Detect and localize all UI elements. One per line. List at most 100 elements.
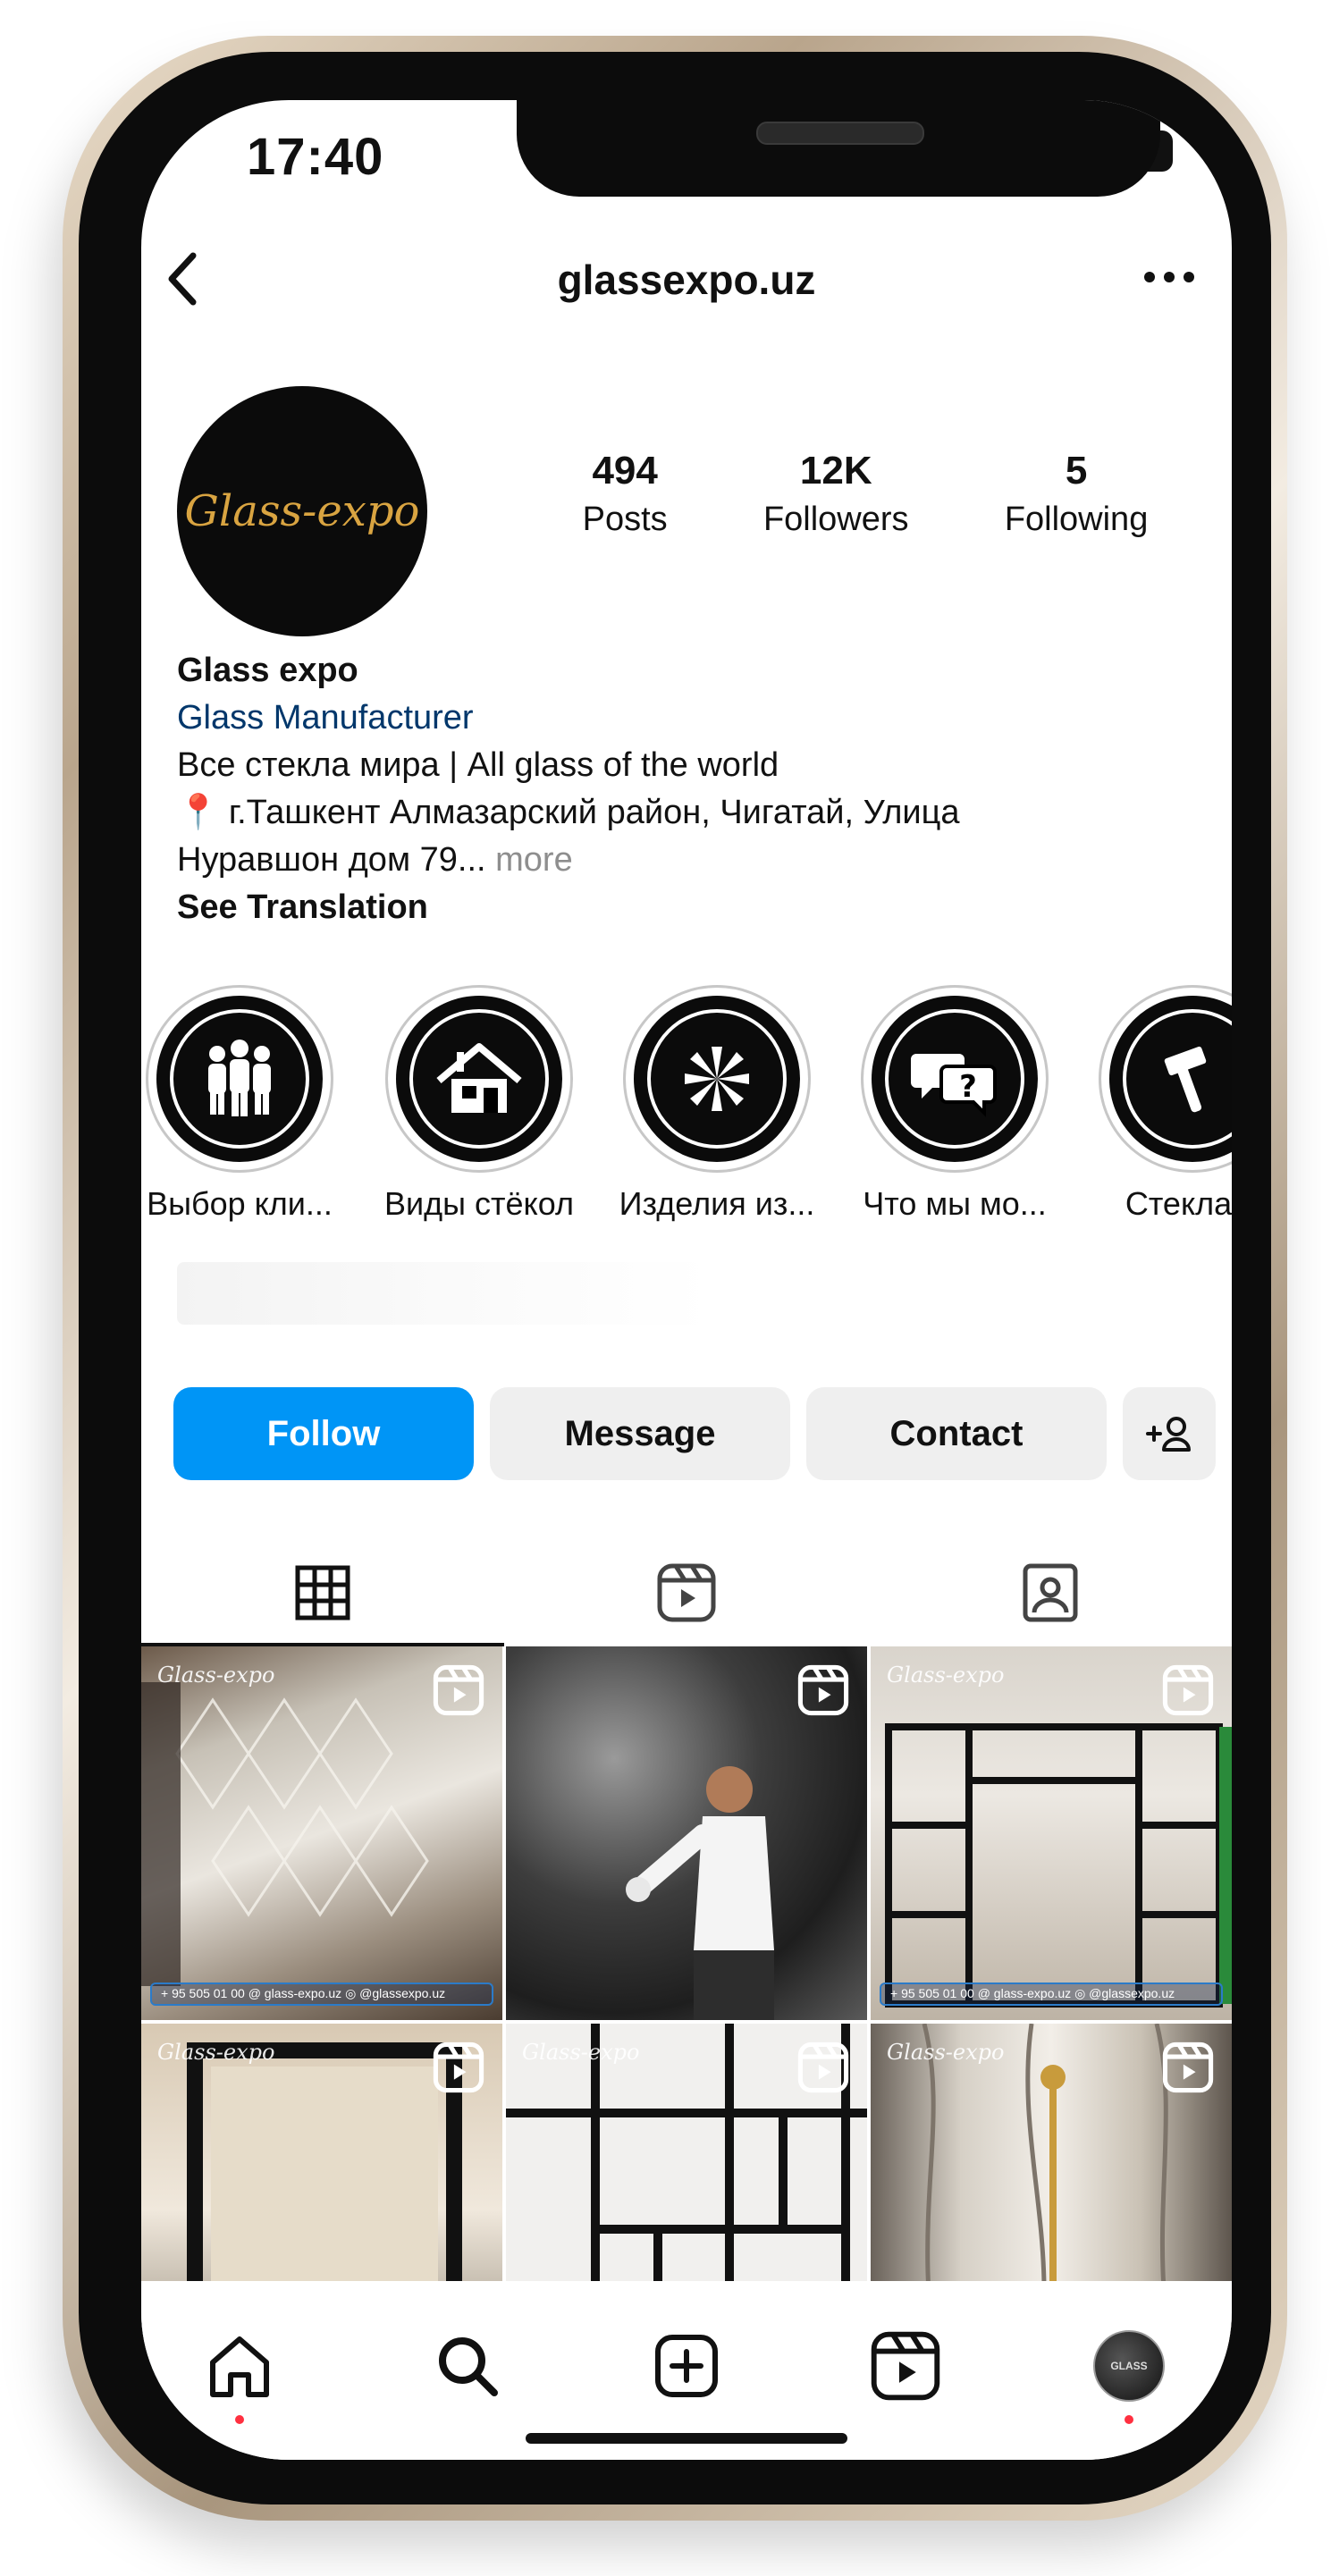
home-icon (210, 2336, 269, 2397)
highlight-item[interactable]: Стекла д (1085, 985, 1232, 1223)
stat-followers[interactable]: 12K Followers (763, 449, 909, 539)
stat-posts[interactable]: 494 Posts (583, 449, 668, 539)
post-thumbnail[interactable]: Glass-expo + 95 505 01 00 @ glass-expo.u… (141, 1646, 502, 2020)
question-bubbles-icon: ? (911, 1054, 997, 1117)
reel-badge-icon (433, 1664, 484, 1716)
notch (517, 100, 1160, 197)
story-highlights: Выбор кли... Виды стёкол Изделия из... ?… (141, 985, 1232, 1222)
post-thumbnail[interactable]: Glass-expo + 95 505 01 00 @ glass-expo.u… (871, 1646, 1232, 2020)
add-person-icon (1146, 1417, 1191, 1452)
reels-icon (657, 1563, 716, 1622)
stat-posts-value: 494 (592, 449, 658, 492)
highlight-inner (409, 1009, 549, 1149)
more-options-icon[interactable] (1133, 250, 1205, 304)
reel-badge-icon (433, 2041, 484, 2093)
highlight-item[interactable]: ? Что мы мо... (847, 985, 1062, 1223)
house-icon (436, 1043, 522, 1113)
highlight-ring (1099, 985, 1232, 1173)
svg-text:?: ? (959, 1069, 977, 1105)
suggested-accounts-button[interactable] (1123, 1387, 1216, 1480)
nav-create[interactable] (646, 2326, 727, 2406)
add-post-icon (655, 2335, 718, 2397)
follow-button[interactable]: Follow (173, 1387, 474, 1480)
profile-bio: Glass expo Glass Manufacturer Все стекла… (177, 647, 1214, 931)
home-notification-dot (235, 2415, 244, 2424)
post-watermark: Glass-expo (887, 2040, 1005, 2065)
profile-notification-dot (1125, 2415, 1133, 2424)
profile-name: Glass expo (177, 652, 358, 689)
nav-reels[interactable] (865, 2326, 946, 2406)
profile-stats: 494 Posts 12K Followers 5 Following (535, 449, 1196, 539)
tab-tagged[interactable] (869, 1539, 1232, 1646)
tab-posts-grid[interactable] (141, 1539, 504, 1646)
post-watermark: Glass-expo (157, 1663, 275, 1688)
highlight-inner (1123, 1009, 1232, 1149)
highlight-inner (170, 1009, 309, 1149)
highlight-item[interactable]: Изделия из... (610, 985, 824, 1223)
stat-followers-label: Followers (762, 501, 909, 538)
see-translation-link[interactable]: See Translation (177, 884, 1214, 931)
highlight-ring: ? (861, 985, 1049, 1173)
grid-icon (295, 1565, 350, 1621)
highlight-ring (146, 985, 333, 1173)
speaker (756, 122, 924, 145)
star-icon (685, 1047, 749, 1111)
highlight-ring (623, 985, 811, 1173)
highlight-label: Виды стёкол (384, 1185, 574, 1222)
post-thumbnail[interactable] (506, 1646, 867, 2020)
tagged-user-icon (1023, 1563, 1078, 1622)
highlight-item[interactable]: Виды стёкол (372, 985, 586, 1223)
reel-badge-icon (797, 1664, 849, 1716)
message-button[interactable]: Message (490, 1387, 790, 1480)
nav-profile[interactable]: GLASS (1089, 2326, 1169, 2406)
highlight-ring (385, 985, 573, 1173)
stat-following-value: 5 (1065, 449, 1088, 492)
profile-actions: Follow Message Contact (173, 1387, 1216, 1480)
tab-reels[interactable] (505, 1539, 868, 1646)
highlight-label: Изделия из... (619, 1185, 815, 1222)
highlight-circle (156, 996, 323, 1162)
profile-category[interactable]: Glass Manufacturer (177, 695, 1214, 742)
post-contact-strip: + 95 505 01 00 @ glass-expo.uz ◎ @glasse… (150, 1983, 493, 2006)
nav-home[interactable] (199, 2326, 280, 2406)
post-watermark: Glass-expo (522, 2040, 640, 2065)
hammer-icon (1164, 1046, 1207, 1113)
stat-following[interactable]: 5 Following (1005, 449, 1149, 539)
reel-badge-icon (1162, 1664, 1214, 1716)
bio-line-3: Нуравшон дом 79... (177, 841, 486, 879)
bio-more-link[interactable]: more (495, 841, 573, 879)
nav-search[interactable] (427, 2326, 508, 2406)
reel-badge-icon (1162, 2041, 1214, 2093)
bio-line-1: Все стекла мира | All glass of the world (177, 746, 779, 784)
stat-following-label: Following (1004, 501, 1149, 538)
profile-avatar[interactable]: Glass-expo (177, 386, 427, 636)
highlight-circle (634, 996, 800, 1162)
blurred-content (177, 1262, 713, 1325)
highlight-inner (647, 1009, 787, 1149)
highlight-item[interactable]: Выбор кли... (141, 985, 347, 1223)
reels-icon (871, 2331, 940, 2401)
reel-badge-icon (797, 2041, 849, 2093)
highlight-label: Выбор кли... (147, 1185, 333, 1222)
highlight-label: Стекла д (1125, 1185, 1232, 1222)
content-tabs (141, 1539, 1232, 1646)
post-watermark: Glass-expo (887, 1663, 1005, 1688)
highlight-circle (1109, 996, 1232, 1162)
bio-line-3-wrap: Нуравшон дом 79... more (177, 837, 1214, 884)
profile-avatar-small: GLASS (1093, 2330, 1165, 2402)
people-icon (208, 1040, 271, 1116)
highlight-label: Что мы мо... (863, 1185, 1047, 1222)
home-indicator (526, 2433, 847, 2444)
profile-header: glassexpo.uz (141, 243, 1232, 324)
highlight-inner: ? (885, 1009, 1024, 1149)
highlight-circle (396, 996, 562, 1162)
bio-line-2: 📍 г.Ташкент Алмазарский район, Чигатай, … (177, 794, 960, 831)
contact-button[interactable]: Contact (806, 1387, 1107, 1480)
post-contact-strip: + 95 505 01 00 @ glass-expo.uz ◎ @glasse… (880, 1983, 1223, 2006)
stat-posts-label: Posts (582, 501, 668, 538)
search-icon (439, 2337, 498, 2396)
status-time: 17:40 (247, 128, 384, 186)
post-watermark: Glass-expo (157, 2040, 275, 2065)
phone-screen: 17:40 72 glassexpo.uz Glass-expo 494 Pos… (141, 100, 1232, 2460)
profile-username: glassexpo.uz (557, 257, 816, 303)
